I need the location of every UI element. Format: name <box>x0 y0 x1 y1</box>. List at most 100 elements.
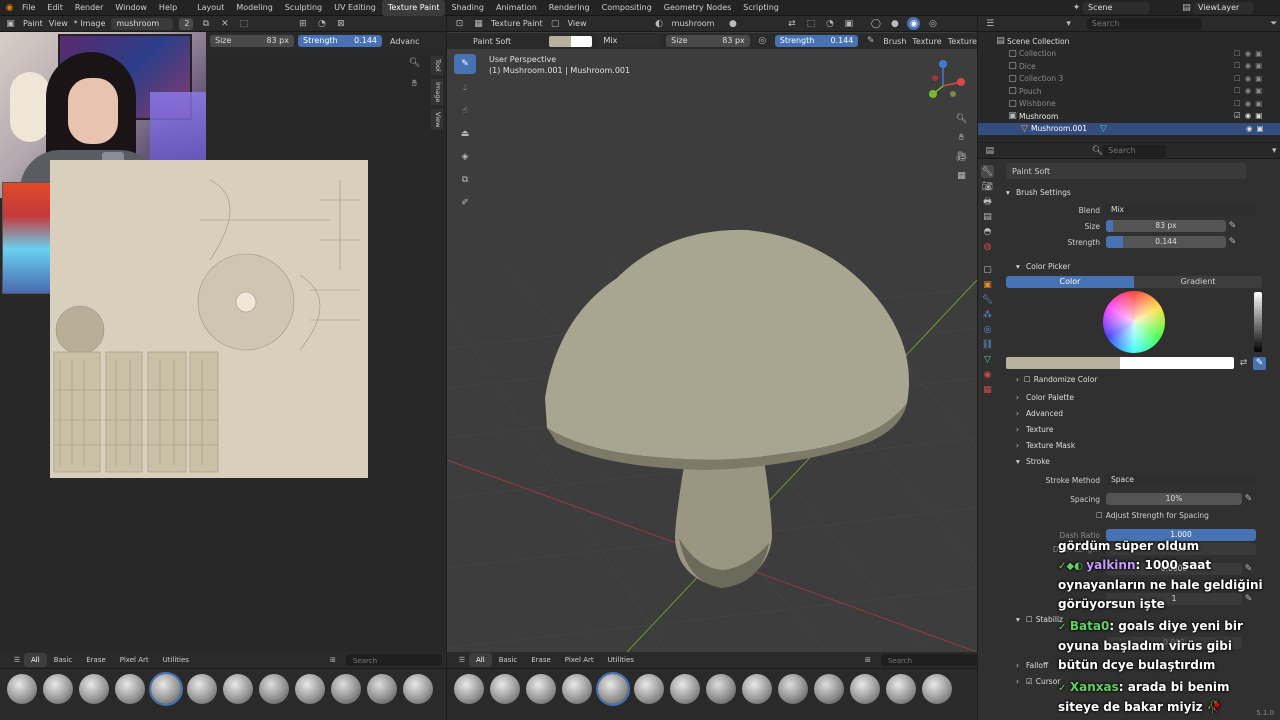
primary-color-swatch[interactable] <box>548 35 571 47</box>
brush-thumb[interactable] <box>43 673 73 704</box>
close-image-icon[interactable]: ✕ <box>218 17 231 30</box>
menu-edit[interactable]: Edit <box>41 0 69 16</box>
brush-thumb[interactable] <box>223 673 253 704</box>
shelf-tab-erase[interactable]: Erase <box>79 653 113 667</box>
properties-search[interactable]: Search <box>1103 144 1167 157</box>
image-name-field[interactable]: mushroom <box>111 17 174 30</box>
tab-rendering[interactable]: Rendering <box>543 0 596 16</box>
viewport-shelf-search[interactable]: Search <box>880 654 977 666</box>
brush-thumb-selected[interactable] <box>149 671 183 706</box>
camera-icon[interactable]: ▣ <box>1255 61 1262 70</box>
visibility-toggles[interactable]: ☐ ◉ ▣ <box>1234 97 1264 110</box>
camera-icon[interactable]: ▣ <box>1255 74 1262 83</box>
viewport-editor-type-icon[interactable]: ⊡ <box>453 17 466 30</box>
menu-render[interactable]: Render <box>69 0 109 16</box>
brush-thumb[interactable] <box>742 673 772 704</box>
checkbox-icon[interactable]: ☐ <box>1234 74 1241 83</box>
image-shelf-search[interactable]: Search <box>345 654 442 666</box>
color-pressure-icon[interactable]: ✎ <box>1253 356 1266 370</box>
color-palette-header[interactable]: › Color Palette <box>1006 389 1272 405</box>
primary-color-bar[interactable] <box>1006 357 1120 369</box>
view-layer-tab-icon[interactable]: ▤ <box>981 210 994 223</box>
blender-logo-icon[interactable]: ◉ <box>3 1 16 14</box>
eye-icon[interactable]: ◉ <box>1245 86 1252 95</box>
outliner-editor-icon[interactable]: ☰ <box>984 17 996 30</box>
properties-editor-icon[interactable]: ▤ <box>984 144 996 157</box>
brush-selector[interactable]: Paint Soft <box>1006 163 1246 179</box>
brush-thumb[interactable] <box>187 673 217 704</box>
camera-icon[interactable]: ▣ <box>1255 99 1262 108</box>
brush-thumb[interactable] <box>454 673 484 704</box>
stroke-header[interactable]: ▾ Stroke <box>1006 453 1272 469</box>
checkbox-icon[interactable]: ☑ <box>1234 111 1241 120</box>
strength-slider[interactable]: 0.144 <box>1106 236 1226 248</box>
viewport-mode-menu[interactable]: Texture Paint <box>491 19 543 28</box>
size-pressure-icon[interactable]: ◎ <box>756 35 769 48</box>
color-picker-header[interactable]: ▾ Color Picker <box>1006 258 1272 274</box>
shelf-tab-all[interactable]: All <box>24 653 47 667</box>
checkbox-icon[interactable]: ☐ <box>1234 49 1241 58</box>
brush-thumb-erase[interactable] <box>331 673 361 704</box>
zoom-icon[interactable]: 🔍︎ <box>408 56 421 69</box>
viewport-texture-menu-2[interactable]: Texture <box>948 37 977 46</box>
tab-sculpting[interactable]: Sculpting <box>279 0 328 16</box>
menu-window[interactable]: Window <box>109 0 153 16</box>
constraint-tab-icon[interactable]: ⛓︎ <box>981 338 994 351</box>
brush-thumb[interactable] <box>490 673 520 704</box>
viewport-3d[interactable]: ⊡ ▦ Texture Paint ▢ View ◐ mushroom ● ⇄ … <box>447 16 977 720</box>
tool-tab-icon[interactable]: 🔧︎ <box>981 165 994 178</box>
camera-icon[interactable]: ▣ <box>1255 86 1262 95</box>
visibility-toggles[interactable]: ☑ ◉ ▣ <box>1234 110 1264 123</box>
texture-canvas[interactable] <box>50 160 368 478</box>
texture-header[interactable]: › Texture <box>1006 421 1272 437</box>
scene-selector[interactable]: ✦ Scene <box>1070 1 1149 14</box>
checkbox-icon[interactable]: ☐ <box>1234 86 1241 95</box>
randomize-color-header[interactable]: › ☐ Randomize Color <box>1006 371 1272 387</box>
eye-icon[interactable]: ◉ <box>1245 111 1252 120</box>
brush-thumb[interactable] <box>7 673 37 704</box>
data-tab-icon[interactable]: ▽ <box>981 353 994 366</box>
viewport-shelf-tab-erase[interactable]: Erase <box>524 653 558 667</box>
shading-toggle-icon[interactable]: ● <box>726 17 739 30</box>
editor-type-icon[interactable]: ▣ <box>4 17 17 30</box>
brush-thumb-erase[interactable] <box>706 673 736 704</box>
viewport-object-name[interactable]: mushroom <box>672 19 715 28</box>
viewport-brush-name[interactable]: Paint Soft <box>473 37 543 46</box>
menu-file[interactable]: File <box>16 0 41 16</box>
material-tab-icon[interactable]: ◉ <box>981 368 994 381</box>
scene-tab-icon[interactable]: ◓ <box>981 225 994 238</box>
brush-thumb[interactable] <box>403 673 433 704</box>
camera-icon[interactable]: ▣ <box>1255 111 1262 120</box>
gizmo-toggle-icon[interactable]: ⇄ <box>785 17 798 30</box>
randomize-checkbox-icon[interactable]: ☐ <box>1024 375 1031 384</box>
adjust-strength-row[interactable]: ☐ Adjust Strength for Spacing <box>1006 507 1272 523</box>
collection-tab-icon[interactable]: ▢ <box>981 263 994 276</box>
view-layer-selector[interactable]: ▤ ViewLayer <box>1180 1 1253 14</box>
select-icon[interactable]: ⬚ <box>804 17 817 30</box>
checkbox-icon[interactable]: ☐ <box>1234 99 1241 108</box>
viewport-blend-field[interactable]: Mix <box>598 35 661 47</box>
size-pressure-toggle-icon[interactable]: ✎ <box>1226 220 1239 233</box>
viewport-view-menu[interactable]: View <box>568 19 587 28</box>
viewport-zoom-icon[interactable]: 🔍︎ <box>955 112 968 125</box>
strength-pressure-toggle-icon[interactable]: ✎ <box>1226 236 1239 249</box>
menu-help[interactable]: Help <box>153 0 183 16</box>
view-layer-name[interactable]: ViewLayer <box>1193 1 1253 14</box>
texture-mask-header[interactable]: › Texture Mask <box>1006 437 1272 453</box>
camera-view-icon[interactable]: 🎥︎ <box>955 150 968 163</box>
tab-animation[interactable]: Animation <box>490 0 543 16</box>
eye-icon[interactable]: ◉ <box>1246 124 1253 133</box>
overlay-icon[interactable]: ◔ <box>315 17 328 30</box>
checkbox-icon[interactable]: ☐ <box>1234 61 1241 70</box>
uv-sync-icon[interactable]: ⊠ <box>334 17 347 30</box>
texture-tab-icon[interactable]: ▦ <box>981 383 994 396</box>
eye-icon[interactable]: ◉ <box>1245 61 1252 70</box>
outliner-funnel-icon[interactable]: ⏷ <box>1268 17 1280 30</box>
spacing-slider[interactable]: 10% <box>1106 493 1242 505</box>
object-tab-icon[interactable]: ▣ <box>981 278 994 291</box>
brush-thumb-selected[interactable] <box>596 671 630 706</box>
outliner-row[interactable]: ▤ Scene Collection <box>978 35 1280 48</box>
material-shading-icon[interactable]: ◉ <box>907 17 921 30</box>
rendered-shading-icon[interactable]: ◎ <box>926 17 939 30</box>
value-slider[interactable] <box>1254 292 1262 352</box>
